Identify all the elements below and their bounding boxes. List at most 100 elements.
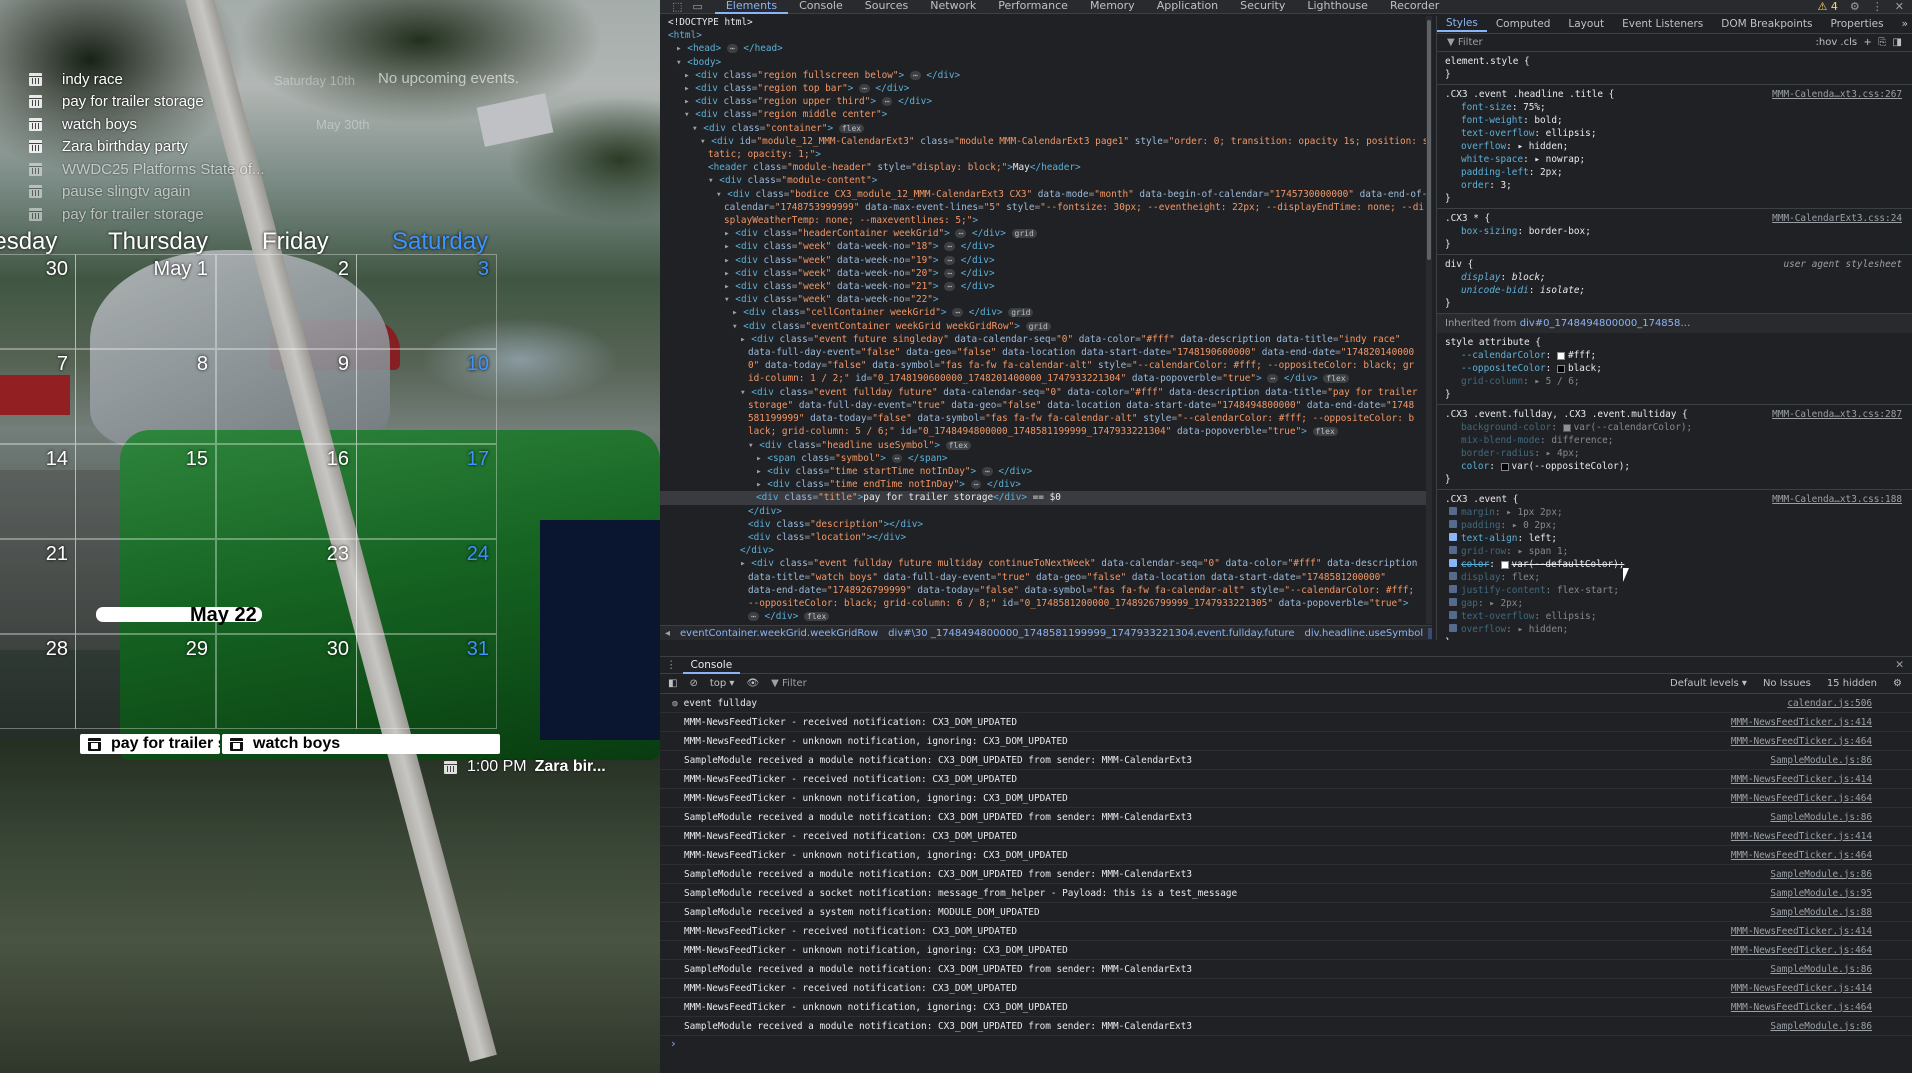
more-options-icon[interactable]: ⋮: [1872, 0, 1883, 13]
dom-node[interactable]: ▸ <div class="week" data-week-no="21"> ⋯…: [660, 280, 1430, 293]
dom-node[interactable]: data-full-day-event="false" data-geo="fa…: [660, 346, 1430, 359]
event-bar[interactable]: pay for trailer st...: [80, 734, 220, 754]
dom-node[interactable]: <div class="description"></div>: [660, 518, 1430, 531]
property-checkbox[interactable]: [1449, 611, 1457, 619]
dom-node[interactable]: data-title="watch boys" data-full-day-ev…: [660, 571, 1430, 584]
css-property[interactable]: text-overflow: ellipsis;: [1445, 610, 1904, 623]
breadcrumb-item[interactable]: div.headline.useSymbol: [1300, 628, 1429, 639]
console-source-link[interactable]: MMM-NewsFeedTicker.js:414: [1731, 926, 1872, 937]
css-source-link[interactable]: MMM-Calenda…xt3.css:287: [1772, 408, 1902, 421]
property-checkbox[interactable]: [1449, 559, 1457, 567]
more-tabs-icon[interactable]: »: [1893, 18, 1912, 31]
dom-node[interactable]: ▸ <div class="week" data-week-no="20"> ⋯…: [660, 267, 1430, 280]
css-property[interactable]: font-size: 75%;: [1445, 101, 1904, 114]
console-source-link[interactable]: SampleModule.js:86: [1770, 964, 1872, 975]
dom-node[interactable]: ▾ <body>: [660, 56, 1430, 69]
styles-tab[interactable]: Event Listeners: [1613, 18, 1712, 31]
styles-filter-input[interactable]: Filter: [1458, 36, 1483, 49]
drawer-menu-icon[interactable]: ⋮: [660, 659, 683, 671]
live-expression-icon[interactable]: 👁: [746, 678, 759, 689]
dom-node[interactable]: </div>: [660, 544, 1430, 557]
console-source-link[interactable]: SampleModule.js:86: [1770, 812, 1872, 823]
clear-console-icon[interactable]: ⊘: [689, 678, 697, 689]
color-swatch[interactable]: [1562, 423, 1571, 432]
dom-node[interactable]: ▸ <div class="event future singleday" da…: [660, 333, 1430, 346]
property-checkbox[interactable]: [1449, 533, 1457, 541]
property-checkbox[interactable]: [1449, 520, 1457, 528]
dom-node[interactable]: ▸ <div class="cellContainer weekGrid"> ⋯…: [660, 306, 1430, 319]
property-checkbox[interactable]: [1449, 624, 1457, 632]
console-source-link[interactable]: MMM-NewsFeedTicker.js:464: [1731, 945, 1872, 956]
tab-recorder[interactable]: Recorder: [1379, 0, 1450, 14]
console-source-link[interactable]: calendar.js:506: [1787, 698, 1872, 709]
close-drawer-icon[interactable]: ✕: [1895, 659, 1904, 671]
css-property[interactable]: unicode-bidi: isolate;: [1445, 284, 1904, 297]
console-filter-input[interactable]: ▼ Filter: [771, 678, 807, 689]
css-property[interactable]: background-color: var(--calendarColor);: [1445, 421, 1904, 434]
tab-memory[interactable]: Memory: [1079, 0, 1146, 14]
color-swatch[interactable]: [1500, 560, 1509, 569]
dom-node[interactable]: ▾ <div id="module_12_MMM-CalendarExt3" c…: [660, 135, 1430, 148]
breadcrumb-item[interactable]: div.title: [1428, 627, 1432, 639]
dom-node[interactable]: <div class="location"></div>: [660, 531, 1430, 544]
tab-elements[interactable]: Elements: [714, 0, 789, 14]
property-checkbox[interactable]: [1449, 585, 1457, 593]
breadcrumb-item[interactable]: div#\30 _1748494800000_1748581199999_174…: [883, 628, 1299, 639]
console-source-link[interactable]: SampleModule.js:86: [1770, 869, 1872, 880]
dom-node[interactable]: ▾ <div class="week" data-week-no="22">: [660, 293, 1430, 306]
dom-node[interactable]: ▸ <span class="symbol"> ⋯ </span>: [660, 452, 1430, 465]
tab-performance[interactable]: Performance: [987, 0, 1079, 14]
dom-node[interactable]: ▾ <div class="module-content">: [660, 174, 1430, 187]
dom-node[interactable]: ▸ <div class="event fullday future multi…: [660, 557, 1430, 570]
color-swatch[interactable]: [1556, 364, 1565, 373]
css-property[interactable]: --calendarColor: #fff;: [1445, 349, 1904, 362]
dom-node[interactable]: calendar="1748753999999" data-max-event-…: [660, 201, 1430, 214]
dom-node[interactable]: ▸ <div class="region top bar"> ⋯ </div>: [660, 82, 1430, 95]
dom-node[interactable]: </div>: [660, 505, 1430, 518]
dom-node[interactable]: ▸ <div class="week" data-week-no="19"> ⋯…: [660, 254, 1430, 267]
css-property[interactable]: font-weight: bold;: [1445, 114, 1904, 127]
dom-node[interactable]: <!DOCTYPE html>: [660, 16, 1430, 29]
dom-node[interactable]: ▸ <div class="region fullscreen below"> …: [660, 69, 1430, 82]
console-source-link[interactable]: MMM-NewsFeedTicker.js:414: [1731, 831, 1872, 842]
styles-tab[interactable]: Computed: [1487, 18, 1560, 31]
styles-filter-tools[interactable]: :hov .cls + ⎘ ◨: [1816, 36, 1903, 49]
css-property[interactable]: padding: ▸ 0 2px;: [1445, 519, 1904, 532]
dom-node[interactable]: data-end-date="1748926799999" data-today…: [660, 584, 1430, 597]
dom-node[interactable]: <header class="module-header" style="dis…: [660, 161, 1430, 174]
css-property[interactable]: padding-left: 2px;: [1445, 166, 1904, 179]
css-source-link[interactable]: MMM-CalendarExt3.css:24: [1772, 212, 1902, 225]
css-property[interactable]: color: var(--defaultColor);: [1445, 558, 1904, 571]
console-source-link[interactable]: MMM-NewsFeedTicker.js:464: [1731, 850, 1872, 861]
dom-node[interactable]: 0" data-today="false" data-symbol="fas f…: [660, 359, 1430, 372]
settings-icon[interactable]: ⚙: [1850, 0, 1860, 13]
tab-lighthouse[interactable]: Lighthouse: [1296, 0, 1379, 14]
dom-node[interactable]: 581199999" data-today="false" data-symbo…: [660, 412, 1430, 425]
console-source-link[interactable]: MMM-NewsFeedTicker.js:464: [1731, 1002, 1872, 1013]
dom-node[interactable]: ▸ <div class="week" data-week-no="18"> ⋯…: [660, 240, 1430, 253]
css-property[interactable]: justify-content: flex-start;: [1445, 584, 1904, 597]
console-source-link[interactable]: SampleModule.js:86: [1770, 755, 1872, 766]
dom-node[interactable]: ▸ <head> ⋯ </head>: [660, 42, 1430, 55]
dom-node[interactable]: ▾ <div class="eventContainer weekGrid we…: [660, 320, 1430, 333]
dom-node[interactable]: ▸ <div class="headerContainer weekGrid">…: [660, 227, 1430, 240]
console-source-link[interactable]: MMM-NewsFeedTicker.js:414: [1731, 774, 1872, 785]
tab-application[interactable]: Application: [1146, 0, 1229, 14]
styles-filter[interactable]: ▼ Filter :hov .cls + ⎘ ◨: [1437, 34, 1912, 52]
css-property[interactable]: display: flex;: [1445, 571, 1904, 584]
styles-tab[interactable]: Properties: [1822, 18, 1893, 31]
console-group[interactable]: ◍ event fullday calendar.js:506: [660, 694, 1912, 713]
warning-badge[interactable]: ⚠ 4: [1818, 0, 1838, 13]
issues-button[interactable]: No Issues: [1763, 678, 1811, 689]
css-property[interactable]: margin: ▸ 1px 2px;: [1445, 506, 1904, 519]
crumb-scroll-left-icon[interactable]: ◂: [660, 628, 675, 639]
css-property[interactable]: grid-row: ▸ span 1;: [1445, 545, 1904, 558]
elements-scrollbar[interactable]: [1426, 16, 1432, 624]
dom-node[interactable]: ▸ <div class="time startTime notInDay"> …: [660, 465, 1430, 478]
close-icon[interactable]: ✕: [1895, 0, 1904, 13]
hov-cls-toggle[interactable]: :hov .cls: [1816, 37, 1858, 48]
css-source-link[interactable]: MMM-Calenda…xt3.css:267: [1772, 88, 1902, 101]
css-property[interactable]: mix-blend-mode: difference;: [1445, 434, 1904, 447]
property-checkbox[interactable]: [1449, 572, 1457, 580]
selected-dom-node[interactable]: <div class="title">pay for trailer stora…: [660, 491, 1430, 505]
